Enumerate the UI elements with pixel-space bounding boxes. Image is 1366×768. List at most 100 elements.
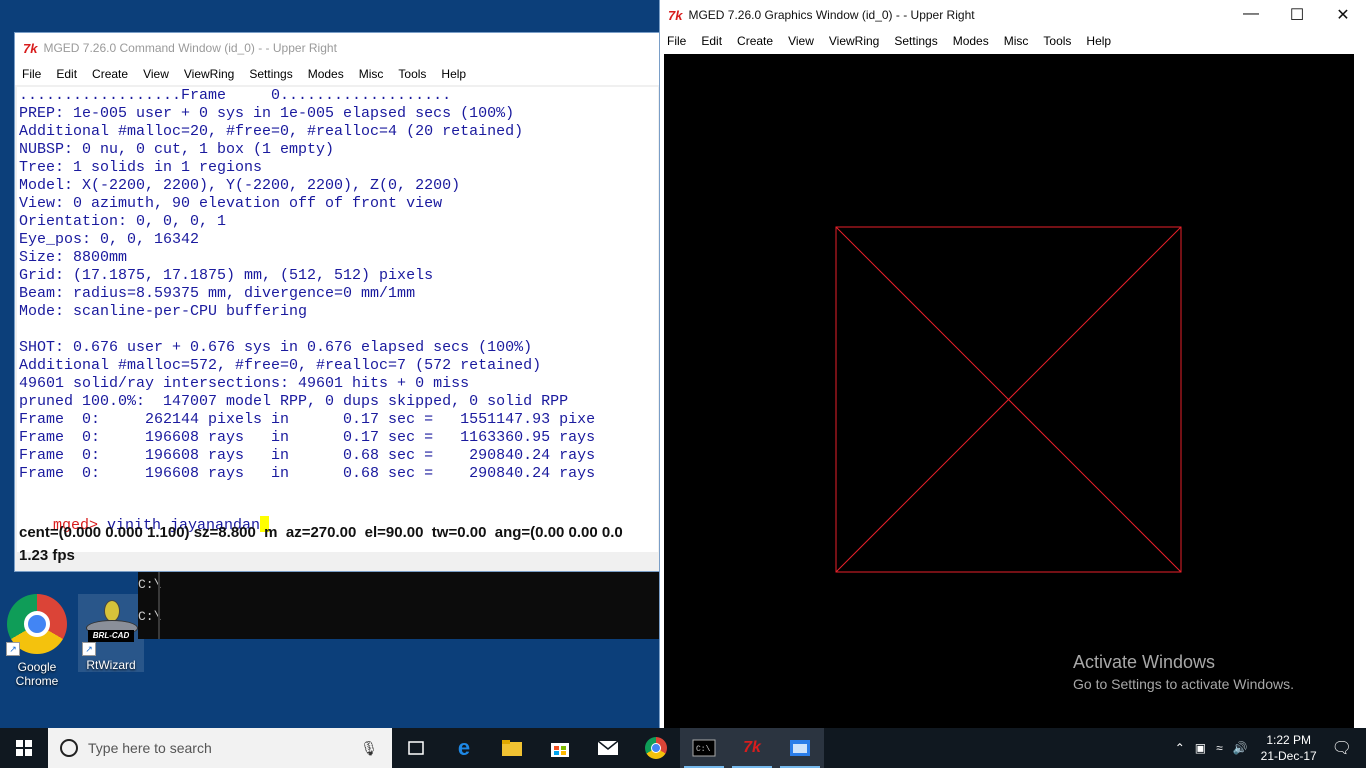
console-output-line: pruned 100.0%: 147007 model RPP, 0 dups …	[19, 393, 569, 410]
console-output-line: Additional #malloc=20, #free=0, #realloc…	[19, 123, 524, 140]
console-output-line: Frame 0: 262144 pixels in 0.17 sec = 155…	[19, 411, 596, 428]
desktop-icon-label: RtWizard	[86, 658, 136, 672]
battery-icon[interactable]: ▣	[1195, 741, 1206, 755]
menu-view[interactable]: View	[136, 67, 177, 81]
graphics-window-titlebar[interactable]: 7k MGED 7.26.0 Graphics Window (id_0) - …	[660, 0, 1366, 30]
watermark-subtitle: Go to Settings to activate Windows.	[1073, 676, 1294, 692]
console-output-line: Grid: (17.1875, 17.1875) mm, (512, 512) …	[19, 267, 434, 284]
taskbar-clock[interactable]: 1:22 PM 21-Dec-17	[1261, 732, 1317, 764]
clock-date: 21-Dec-17	[1260, 749, 1317, 763]
mged-graphics-window[interactable]: 7k MGED 7.26.0 Graphics Window (id_0) - …	[660, 0, 1366, 728]
console-output-line: View: 0 azimuth, 90 elevation off of fro…	[19, 195, 443, 212]
mged-command-window[interactable]: 7k MGED 7.26.0 Command Window (id_0) - -…	[15, 33, 660, 571]
shortcut-arrow-icon: ↗	[6, 642, 20, 656]
menu-file[interactable]: File	[660, 34, 694, 48]
menu-viewring[interactable]: ViewRing	[177, 67, 242, 81]
window-controls: — ☐ ✕	[1228, 5, 1366, 25]
svg-text:C:\: C:\	[696, 745, 711, 754]
activate-windows-watermark: Activate Windows Go to Settings to activ…	[1073, 652, 1294, 692]
close-icon[interactable]: ✕	[1320, 5, 1366, 25]
console-output-line: Mode: scanline-per-CPU buffering	[19, 303, 308, 320]
desktop-icon-label: Google	[17, 660, 57, 674]
menu-edit[interactable]: Edit	[694, 34, 730, 48]
tk-feather-icon: 7k	[23, 40, 38, 56]
folder-icon	[502, 740, 522, 756]
console-output-line: SHOT: 0.676 user + 0.676 sys in 0.676 el…	[19, 339, 533, 356]
desktop-icon-google-chrome[interactable]: ↗ Google Chrome	[2, 594, 72, 688]
cortana-icon	[60, 739, 78, 757]
app-window-icon	[790, 740, 810, 756]
menu-file[interactable]: File	[15, 67, 49, 81]
task-view-icon	[408, 741, 424, 755]
console-output-line: PREP: 1e-005 user + 0 sys in 1e-005 elap…	[19, 105, 515, 122]
command-window-titlebar[interactable]: 7k MGED 7.26.0 Command Window (id_0) - -…	[15, 33, 660, 63]
menu-help[interactable]: Help	[1079, 34, 1119, 48]
graphics-window-menubar: File Edit Create View ViewRing Settings …	[660, 30, 1366, 52]
menu-modes[interactable]: Modes	[301, 67, 352, 81]
shortcut-arrow-icon: ↗	[82, 642, 96, 656]
console-output-line: ..................Frame 0...............…	[19, 87, 452, 104]
minimize-icon[interactable]: —	[1228, 5, 1274, 25]
tk-feather-icon: 7k	[743, 739, 761, 756]
notifications-icon[interactable]: 🗨	[1332, 738, 1352, 758]
command-window-menubar: File Edit Create View ViewRing Settings …	[15, 63, 660, 85]
desktop-icon-rtwizard[interactable]: BRL-CAD ↗ RtWizard	[78, 594, 144, 672]
console-output-line: Frame 0: 196608 rays in 0.68 sec = 29084…	[19, 465, 596, 482]
menu-create[interactable]: Create	[85, 67, 136, 81]
tk-feather-icon: 7k	[668, 7, 683, 23]
graphics-window-title: MGED 7.26.0 Graphics Window (id_0) - - U…	[688, 8, 975, 22]
start-button[interactable]	[0, 728, 48, 768]
command-window-title: MGED 7.26.0 Command Window (id_0) - - Up…	[43, 41, 337, 55]
taskbar-command-prompt[interactable]: C:\	[680, 728, 728, 768]
menu-view[interactable]: View	[781, 34, 822, 48]
windows-logo-icon	[16, 740, 32, 756]
taskbar-app-window[interactable]	[776, 728, 824, 768]
edge-icon: e	[457, 735, 471, 760]
task-view-button[interactable]	[392, 728, 440, 768]
menu-modes[interactable]: Modes	[946, 34, 997, 48]
taskbar-chrome[interactable]	[632, 728, 680, 768]
system-tray: ⌃ ▣ ≈ 🔊 1:22 PM 21-Dec-17 🗨	[1170, 732, 1366, 764]
taskbar-mail[interactable]	[584, 728, 632, 768]
command-output-console[interactable]: ..................Frame 0...............…	[17, 87, 658, 552]
console-output-line: Frame 0: 196608 rays in 0.68 sec = 29084…	[19, 447, 596, 464]
menu-settings[interactable]: Settings	[887, 34, 945, 48]
console-output-line: NUBSP: 0 nu, 0 cut, 1 box (1 empty)	[19, 141, 335, 158]
taskbar-edge[interactable]: e	[440, 728, 488, 768]
menu-misc[interactable]: Misc	[997, 34, 1037, 48]
console-output-line: Additional #malloc=572, #free=0, #reallo…	[19, 357, 542, 374]
taskbar-mged[interactable]: 7k	[728, 728, 776, 768]
view-status-bar: cent=(0.000 0.000 1.100) sz=8.800 m az=2…	[19, 524, 623, 541]
background-console-window[interactable]: C:\ C:\	[138, 571, 660, 639]
microphone-icon[interactable]: 🎙	[360, 740, 378, 757]
volume-icon[interactable]: 🔊	[1233, 741, 1248, 755]
menu-edit[interactable]: Edit	[49, 67, 85, 81]
command-prompt-icon: C:\	[692, 739, 716, 757]
menu-help[interactable]: Help	[434, 67, 474, 81]
menu-misc[interactable]: Misc	[352, 67, 392, 81]
console-scrollbar[interactable]	[158, 571, 160, 639]
console-output-line: 49601 solid/ray intersections: 49601 hit…	[19, 375, 470, 392]
menu-tools[interactable]: Tools	[391, 67, 434, 81]
taskbar: Type here to search 🎙 e C:\ 7k ⌃ ▣ ≈ 🔊 1…	[0, 728, 1366, 768]
wireframe-view	[835, 226, 1182, 573]
desktop-icon-label: Chrome	[15, 674, 59, 688]
wifi-icon[interactable]: ≈	[1216, 741, 1223, 755]
console-output-line: Eye_pos: 0, 0, 16342	[19, 231, 200, 248]
graphics-viewport[interactable]	[664, 54, 1354, 728]
fps-readout: 1.23 fps	[19, 547, 75, 564]
taskbar-search-box[interactable]: Type here to search 🎙	[48, 728, 392, 768]
menu-create[interactable]: Create	[730, 34, 781, 48]
menu-viewring[interactable]: ViewRing	[822, 34, 887, 48]
maximize-icon[interactable]: ☐	[1274, 5, 1320, 25]
menu-tools[interactable]: Tools	[1036, 34, 1079, 48]
menu-settings[interactable]: Settings	[242, 67, 300, 81]
taskbar-store[interactable]	[536, 728, 584, 768]
chrome-icon	[645, 737, 667, 759]
search-placeholder: Type here to search	[88, 740, 212, 756]
watermark-title: Activate Windows	[1073, 652, 1216, 672]
chevron-up-icon[interactable]: ⌃	[1175, 741, 1185, 755]
mail-icon	[597, 740, 619, 755]
taskbar-file-explorer[interactable]	[488, 728, 536, 768]
